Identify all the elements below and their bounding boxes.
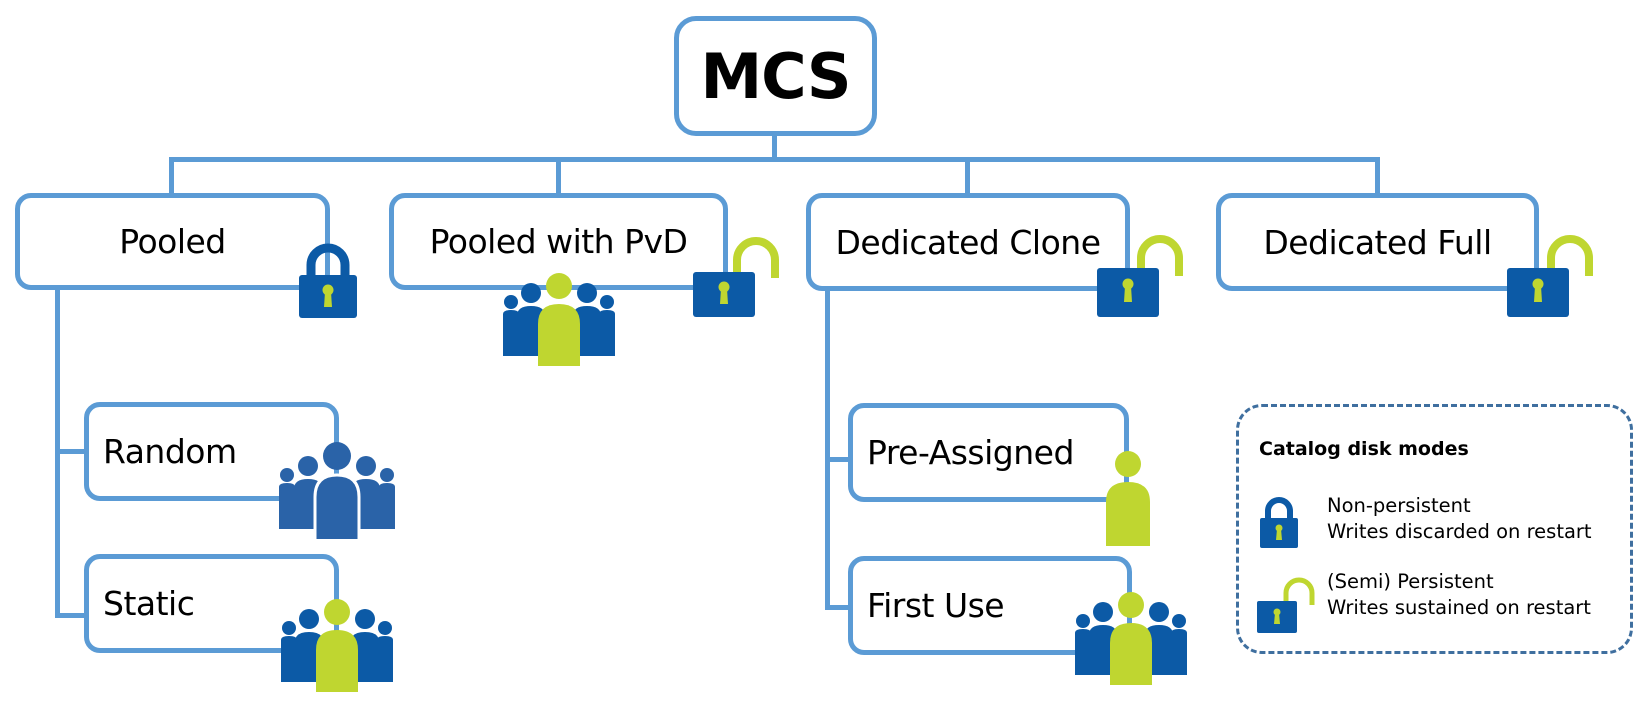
node-label: First Use: [867, 586, 1005, 625]
user-crowd-icon: [279, 442, 395, 539]
open-lock-icon: [1097, 235, 1183, 317]
open-lock-icon: [1507, 235, 1593, 317]
closed-lock-icon: [1260, 497, 1298, 548]
legend-item-line2: Writes sustained on restart: [1327, 596, 1591, 619]
node-label: Pre-Assigned: [867, 433, 1074, 472]
closed-lock-icon: [299, 243, 357, 318]
legend-item-semi-persistent: (Semi) Persistent Writes sustained on re…: [1327, 569, 1591, 621]
legend-item-line1: Non-persistent: [1327, 494, 1471, 517]
legend-item-line2: Writes discarded on restart: [1327, 520, 1592, 543]
legend-title: Catalog disk modes: [1259, 438, 1469, 460]
node-label: Pooled with PvD: [429, 222, 688, 261]
open-lock-icon: [693, 237, 779, 317]
node-label: Dedicated Clone: [835, 222, 1102, 262]
node-pooled: Pooled: [15, 193, 330, 290]
connector-drop-clone: [965, 157, 970, 197]
node-label: Random: [103, 432, 237, 471]
node-label: Dedicated Full: [1263, 222, 1492, 262]
user-crowd-icon: [281, 599, 393, 692]
connector-drop-pooled: [169, 157, 174, 197]
root-node-mcs: MCS: [674, 16, 877, 136]
connector-drop-full: [1375, 157, 1380, 197]
legend-item-non-persistent: Non-persistent Writes discarded on resta…: [1327, 493, 1592, 545]
node-label: Static: [103, 584, 195, 623]
connector-pooled-static: [55, 613, 87, 618]
connector-drop-pvd: [556, 157, 561, 197]
connector-horizontal-bar: [169, 157, 1380, 162]
node-label: Pooled: [119, 222, 226, 261]
root-label: MCS: [700, 39, 851, 113]
single-user-icon: [1106, 451, 1150, 546]
node-pre-assigned: Pre-Assigned: [848, 403, 1129, 502]
node-dedicated-full: Dedicated Full: [1216, 193, 1539, 291]
connector-pooled-random: [55, 449, 87, 454]
node-dedicated-clone: Dedicated Clone: [806, 193, 1130, 291]
user-crowd-icon: [1075, 592, 1187, 685]
legend-item-line1: (Semi) Persistent: [1327, 570, 1494, 593]
open-lock-icon: [1257, 577, 1315, 633]
connector-clone-trunk: [825, 286, 830, 610]
legend-box: Catalog disk modes Non-persistent Writes…: [1236, 404, 1633, 654]
user-crowd-icon: [503, 273, 615, 366]
